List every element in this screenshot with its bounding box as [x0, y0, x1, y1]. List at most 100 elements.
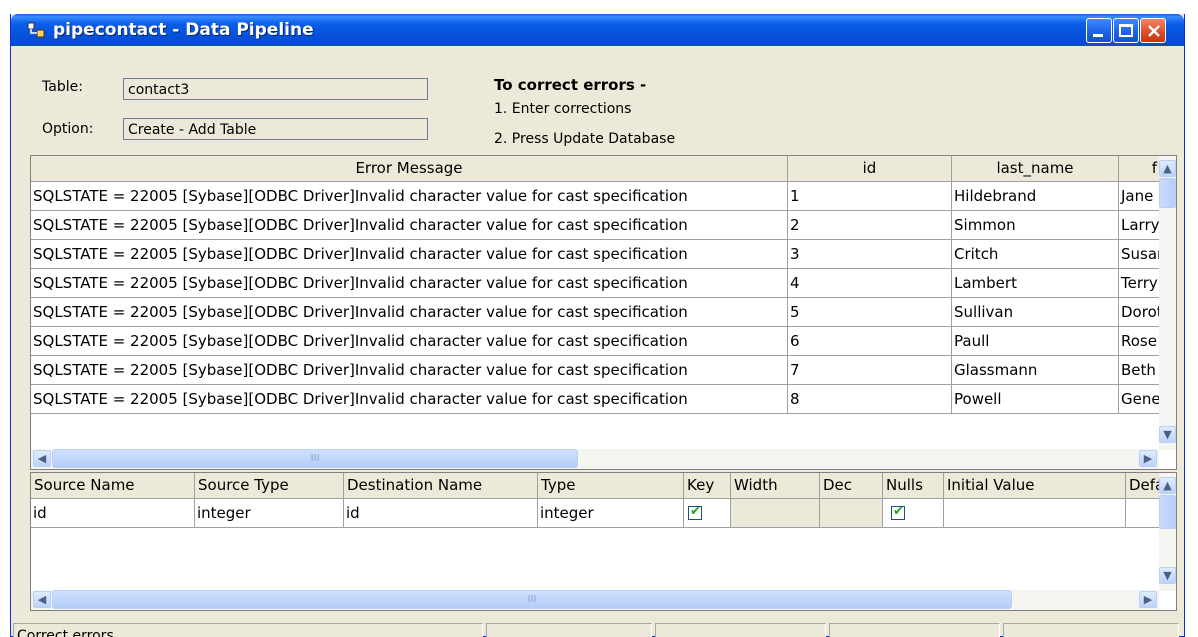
status-pane-5 [1003, 623, 1179, 637]
column-header-last-name[interactable]: last_name [952, 156, 1119, 182]
column-header-type[interactable]: Type [538, 473, 684, 499]
last-name-cell[interactable]: Hildebrand [952, 182, 1119, 211]
column-header-source-name[interactable]: Source Name [31, 473, 195, 499]
instruction-step-2: 2. Press Update Database [494, 131, 676, 147]
error-message-cell[interactable]: SQLSTATE = 22005 [Sybase][ODBC Driver]In… [31, 269, 788, 298]
instructions-title: To correct errors - [494, 76, 647, 94]
last-name-cell[interactable]: Lambert [952, 269, 1119, 298]
check-icon: ✔ [690, 504, 701, 519]
data-pipeline-window: pipecontact - Data Pipeline Table: conta… [10, 14, 1185, 637]
initial-value-cell[interactable] [944, 499, 1126, 528]
last-name-cell[interactable]: Powell [952, 385, 1119, 414]
column-header-default[interactable]: Defa [1126, 473, 1160, 499]
horizontal-scroll-thumb[interactable]: III [52, 590, 1012, 609]
id-cell[interactable]: 5 [788, 298, 952, 327]
table-label: Table: [42, 79, 83, 95]
column-mapping-grid[interactable]: Source Name Source Type Destination Name… [30, 472, 1177, 611]
dec-cell[interactable] [820, 499, 883, 528]
horizontal-scroll-thumb[interactable]: III [52, 449, 578, 468]
column-header-error-message[interactable]: Error Message [31, 156, 788, 182]
table-field: contact3 [123, 78, 428, 100]
maximize-icon [1119, 24, 1133, 37]
default-cell[interactable] [1126, 499, 1160, 528]
destination-name-cell[interactable]: id [344, 499, 538, 528]
nulls-cell: ✔ [883, 499, 944, 528]
error-grid-vertical-scrollbar[interactable]: ▲ ▼ [1159, 156, 1176, 450]
status-pane-3 [655, 623, 826, 637]
pipeline-icon [27, 22, 45, 38]
last-name-cell[interactable]: Glassmann [952, 356, 1119, 385]
status-pane-4 [829, 623, 1000, 637]
scroll-down-button[interactable]: ▼ [1159, 567, 1176, 584]
error-message-cell[interactable]: SQLSTATE = 22005 [Sybase][ODBC Driver]In… [31, 356, 788, 385]
scroll-right-button[interactable]: ▶ [1139, 591, 1157, 608]
scroll-up-button[interactable]: ▲ [1159, 160, 1176, 177]
column-header-dec[interactable]: Dec [820, 473, 883, 499]
check-icon: ✔ [893, 504, 904, 519]
first-name-cell[interactable]: Jane [1119, 182, 1160, 211]
first-name-cell[interactable]: Dorot [1119, 298, 1160, 327]
first-name-cell[interactable]: Terry [1119, 269, 1160, 298]
key-checkbox[interactable]: ✔ [688, 504, 702, 520]
id-cell[interactable]: 4 [788, 269, 952, 298]
nulls-checkbox[interactable]: ✔ [891, 504, 905, 520]
status-text: Correct errors [13, 623, 483, 637]
column-header-key[interactable]: Key [684, 473, 731, 499]
error-message-cell[interactable]: SQLSTATE = 22005 [Sybase][ODBC Driver]In… [31, 240, 788, 269]
column-header-first-name[interactable]: f [1119, 156, 1160, 182]
scroll-right-button[interactable]: ▶ [1139, 450, 1157, 467]
first-name-cell[interactable]: Larry [1119, 211, 1160, 240]
width-cell[interactable] [731, 499, 820, 528]
error-message-cell[interactable]: SQLSTATE = 22005 [Sybase][ODBC Driver]In… [31, 385, 788, 414]
first-name-cell[interactable]: Beth [1119, 356, 1160, 385]
status-bar: Correct errors [11, 623, 1184, 637]
first-name-cell[interactable]: Rose [1119, 327, 1160, 356]
scroll-thumb[interactable] [1159, 178, 1176, 208]
scroll-down-button[interactable]: ▼ [1159, 426, 1176, 443]
title-bar[interactable]: pipecontact - Data Pipeline [11, 14, 1184, 46]
error-message-cell[interactable]: SQLSTATE = 22005 [Sybase][ODBC Driver]In… [31, 327, 788, 356]
id-cell[interactable]: 3 [788, 240, 952, 269]
first-name-cell[interactable]: Gene [1119, 385, 1160, 414]
error-grid-horizontal-scrollbar[interactable]: ◀ III ▶ [31, 449, 1159, 469]
scroll-up-button[interactable]: ▲ [1159, 477, 1176, 494]
id-cell[interactable]: 6 [788, 327, 952, 356]
column-header-initial-value[interactable]: Initial Value [944, 473, 1126, 499]
column-header-width[interactable]: Width [731, 473, 820, 499]
column-header-destination-name[interactable]: Destination Name [344, 473, 538, 499]
minimize-icon [1093, 34, 1103, 37]
id-cell[interactable]: 1 [788, 182, 952, 211]
source-name-cell[interactable]: id [31, 499, 195, 528]
column-header-id[interactable]: id [788, 156, 952, 182]
last-name-cell[interactable]: Paull [952, 327, 1119, 356]
type-cell[interactable]: integer [538, 499, 684, 528]
minimize-button[interactable] [1086, 18, 1112, 43]
close-button[interactable] [1140, 18, 1166, 43]
option-label: Option: [42, 121, 94, 137]
key-cell: ✔ [684, 499, 731, 528]
scroll-thumb[interactable] [1159, 495, 1176, 529]
maximize-button[interactable] [1113, 18, 1139, 43]
error-grid[interactable]: Error Message id last_name f SQLSTATE = … [30, 155, 1177, 470]
error-message-cell[interactable]: SQLSTATE = 22005 [Sybase][ODBC Driver]In… [31, 211, 788, 240]
id-cell[interactable]: 8 [788, 385, 952, 414]
column-header-source-type[interactable]: Source Type [195, 473, 344, 499]
first-name-cell[interactable]: Susar [1119, 240, 1160, 269]
mapping-grid-vertical-scrollbar[interactable]: ▲ ▼ [1159, 473, 1176, 591]
close-icon [1148, 25, 1160, 37]
last-name-cell[interactable]: Sullivan [952, 298, 1119, 327]
option-field: Create - Add Table [123, 118, 428, 140]
scroll-left-button[interactable]: ◀ [33, 591, 51, 608]
source-type-cell[interactable]: integer [195, 499, 344, 528]
error-message-cell[interactable]: SQLSTATE = 22005 [Sybase][ODBC Driver]In… [31, 182, 788, 211]
column-header-nulls[interactable]: Nulls [883, 473, 944, 499]
mapping-grid-horizontal-scrollbar[interactable]: ◀ III ▶ [31, 590, 1159, 610]
window-title: pipecontact - Data Pipeline [53, 20, 314, 40]
scroll-left-button[interactable]: ◀ [33, 450, 51, 467]
id-cell[interactable]: 7 [788, 356, 952, 385]
last-name-cell[interactable]: Simmon [952, 211, 1119, 240]
error-message-cell[interactable]: SQLSTATE = 22005 [Sybase][ODBC Driver]In… [31, 298, 788, 327]
last-name-cell[interactable]: Critch [952, 240, 1119, 269]
status-pane-2 [486, 623, 652, 637]
id-cell[interactable]: 2 [788, 211, 952, 240]
